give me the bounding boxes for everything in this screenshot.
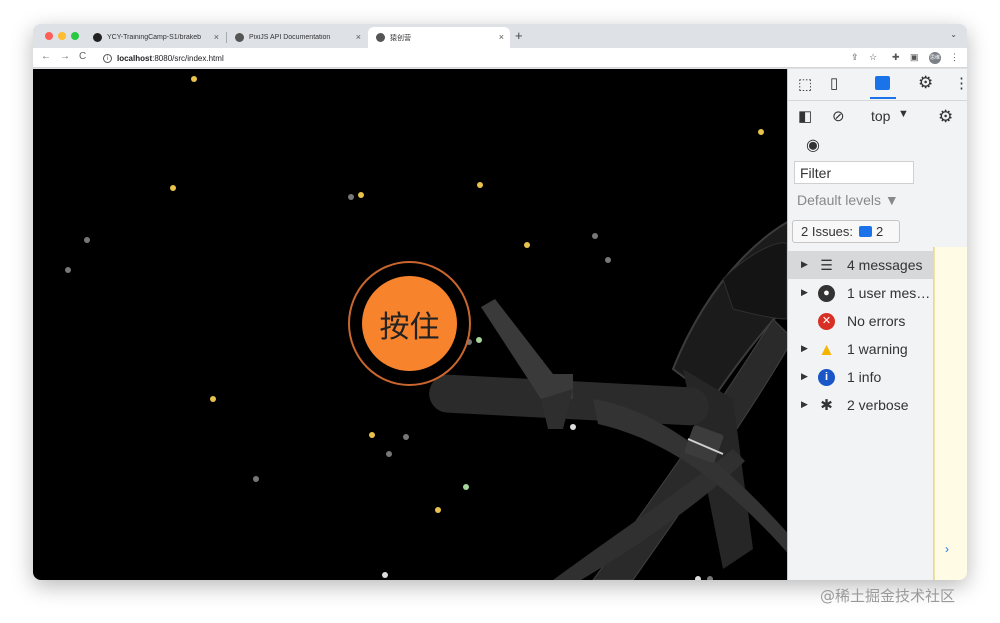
tab-label: 猿创营: [390, 34, 411, 42]
sidebar-item-label: 1 info: [847, 369, 882, 385]
globe-icon: [235, 33, 244, 42]
reload-button[interactable]: C: [79, 51, 86, 62]
console-settings-icon[interactable]: ⚙: [938, 107, 953, 127]
console-toolbar: ◧ ⊘ top ▼ ⚙: [788, 101, 967, 131]
browser-toolbar: ← → C i localhost:8080/src/index.html ⇪ …: [33, 48, 967, 68]
extensions-icon[interactable]: ✚: [892, 52, 900, 63]
zoom-window-button[interactable]: [71, 32, 79, 40]
sidebar-item-user-messages[interactable]: ▶ ● 1 user mes…: [788, 279, 934, 307]
expand-arrow-icon[interactable]: ▶: [801, 371, 808, 382]
tab-pixijs-docs[interactable]: PixiJS API Documentation ×: [227, 27, 367, 48]
devtools-panel: ⬚ ▯ ⚙ ⋮ ◧ ⊘ top ▼ ⚙ ◉ Filter Default lev…: [787, 69, 967, 580]
context-selector[interactable]: top: [871, 108, 890, 124]
info-icon: i: [818, 369, 835, 386]
clear-console-icon[interactable]: ⊘: [832, 107, 845, 125]
address-bar[interactable]: i localhost:8080/src/index.html: [97, 50, 853, 66]
tab-close-button[interactable]: ×: [214, 32, 219, 42]
sidebar-item-verbose[interactable]: ▶ ✱ 2 verbose: [788, 391, 934, 419]
console-icon: [875, 76, 890, 90]
issue-icon: [859, 226, 873, 237]
warning-icon: ▲: [818, 340, 835, 359]
devtools-main-toolbar: ⬚ ▯ ⚙ ⋮: [788, 69, 967, 101]
console-prompt[interactable]: ›: [945, 542, 949, 556]
expand-arrow-icon[interactable]: ▶: [801, 287, 808, 298]
device-toolbar-icon[interactable]: ▯: [830, 74, 838, 92]
inspect-element-icon[interactable]: ⬚: [798, 75, 812, 93]
tab-close-button[interactable]: ×: [499, 32, 504, 42]
chevron-down-icon[interactable]: ▼: [898, 108, 909, 120]
expand-arrow-icon[interactable]: ▶: [801, 399, 808, 410]
issues-count: 2: [876, 224, 884, 239]
tab-close-button[interactable]: ×: [356, 32, 361, 42]
new-tab-button[interactable]: +: [515, 28, 523, 43]
url-host: localhost: [117, 53, 153, 63]
sidebar-item-label: 4 messages: [847, 257, 923, 273]
bug-icon: ✱: [820, 397, 833, 414]
filter-input[interactable]: Filter: [794, 161, 914, 184]
console-tab[interactable]: [870, 73, 896, 99]
tab-active[interactable]: 猿创营 ×: [368, 27, 510, 48]
sidebar-item-label: 1 warning: [847, 341, 908, 357]
star-icon[interactable]: ☆: [869, 52, 877, 63]
url-path: :8080/src/index.html: [152, 53, 224, 63]
error-icon: ✕: [818, 313, 835, 330]
watermark: @稀土掘金技术社区: [820, 587, 956, 605]
console-sidebar: ▶ ☰ 4 messages ▶ ● 1 user mes… ✕ No erro…: [788, 247, 934, 580]
back-button[interactable]: ←: [41, 51, 51, 62]
tab-strip: YCY-TrainingCamp-S1/brakeb × PixiJS API …: [33, 24, 967, 48]
sidebar-item-label: 2 verbose: [847, 397, 909, 413]
press-button[interactable]: 按住: [362, 276, 457, 371]
user-icon: ●: [818, 285, 835, 302]
issues-button[interactable]: 2 Issues: 2: [792, 220, 900, 243]
eye-icon[interactable]: ◉: [806, 135, 820, 155]
avatar[interactable]: 思维: [929, 52, 941, 64]
sidebar-item-errors[interactable]: ✕ No errors: [788, 307, 934, 335]
sidebar-item-label: 1 user mes…: [847, 285, 931, 301]
page-viewport: 按住: [33, 69, 787, 580]
list-icon: ☰: [820, 257, 833, 273]
sidebar-item-warnings[interactable]: ▶ ▲ 1 warning: [788, 335, 934, 363]
sidebar-toggle-icon[interactable]: ◧: [798, 107, 812, 125]
tab-github[interactable]: YCY-TrainingCamp-S1/brakeb ×: [85, 27, 225, 48]
console-output[interactable]: ›: [934, 247, 967, 580]
more-options-icon[interactable]: ⋮: [954, 74, 967, 92]
log-levels-dropdown[interactable]: Default levels ▼: [797, 192, 899, 208]
github-icon: [93, 33, 102, 42]
expand-arrow-icon[interactable]: ▶: [801, 343, 808, 354]
close-window-button[interactable]: [45, 32, 53, 40]
bicycle-model: [429, 221, 787, 580]
sidebar-item-label: No errors: [847, 313, 906, 329]
settings-icon[interactable]: ⚙: [918, 73, 933, 93]
expand-arrow-icon[interactable]: ▶: [801, 259, 808, 270]
menu-icon[interactable]: ⋮: [950, 52, 959, 63]
sidebar-item-messages[interactable]: ▶ ☰ 4 messages: [788, 251, 934, 279]
info-icon[interactable]: i: [103, 53, 112, 63]
forward-button[interactable]: →: [60, 51, 70, 62]
tab-label: YCY-TrainingCamp-S1/brakeb: [107, 34, 202, 41]
minimize-window-button[interactable]: [58, 32, 66, 40]
live-expression-row: ◉: [788, 131, 967, 159]
globe-icon: [376, 33, 385, 42]
sidebar-item-info[interactable]: ▶ i 1 info: [788, 363, 934, 391]
tab-label: PixiJS API Documentation: [249, 34, 331, 41]
tab-search-button[interactable]: ⌄: [950, 30, 957, 39]
side-panel-icon[interactable]: ▣: [910, 52, 919, 63]
browser-window: YCY-TrainingCamp-S1/brakeb × PixiJS API …: [33, 24, 967, 580]
issues-label: 2 Issues:: [801, 224, 854, 239]
share-icon[interactable]: ⇪: [851, 52, 859, 63]
